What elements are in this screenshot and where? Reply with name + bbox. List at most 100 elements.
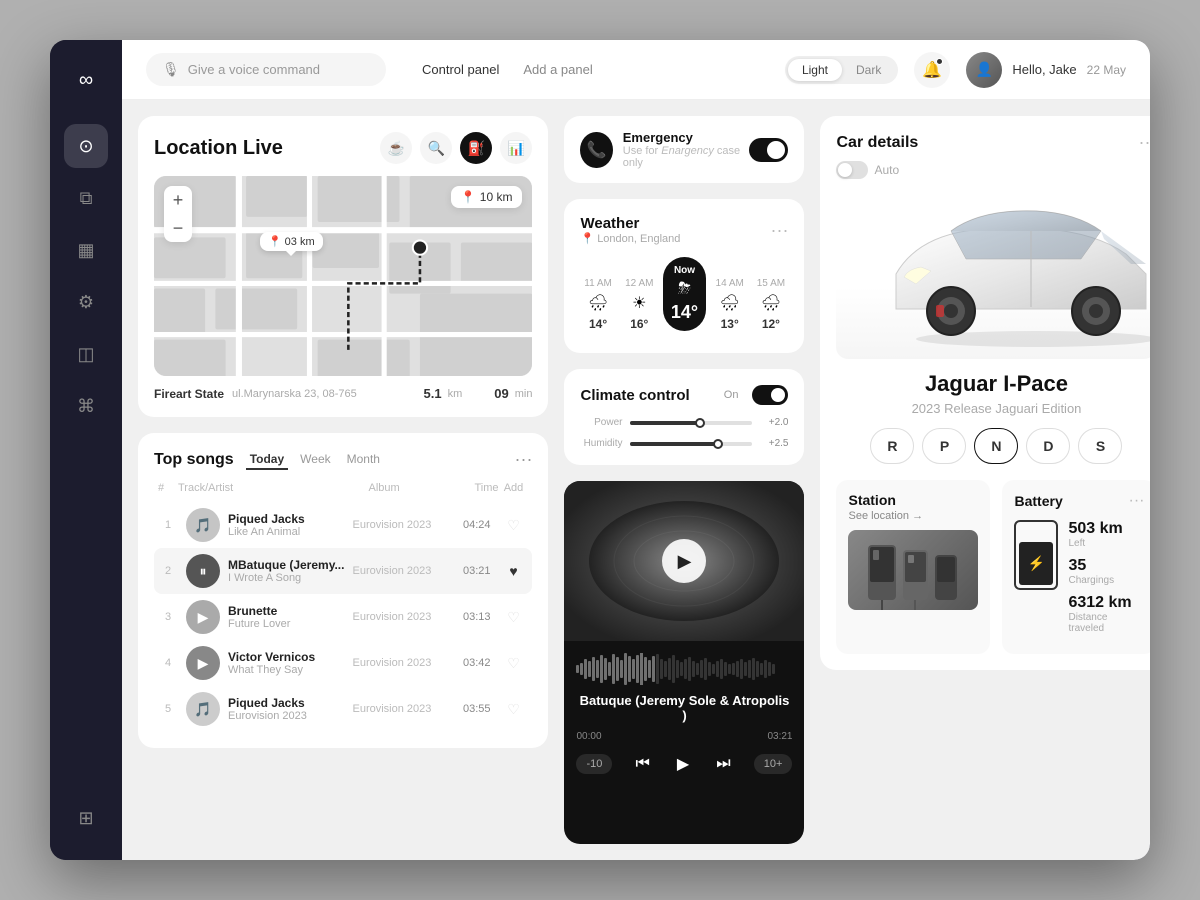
player-forward-btn[interactable]: 10+ [754,754,793,774]
location-search-icon[interactable]: 🔍 [420,132,452,164]
songs-title: Top songs [154,451,234,469]
sidebar-item-save[interactable]: ⊞ [64,796,108,840]
gear-d[interactable]: D [1026,428,1070,464]
gear-n[interactable]: N [974,428,1018,464]
climate-power-slider[interactable] [630,421,752,425]
climate-humidity-val: +2.5 [760,438,788,449]
topbar-right: Light Dark 🔔 👤 Hello, Jake 22 May [785,52,1126,88]
station-link[interactable]: See location → [848,510,978,522]
battery-km-value: 503 km [1068,520,1144,538]
location-header: Location Live ☕ 🔍 ⛽ 📊 [154,132,532,164]
sidebar-item-map[interactable]: ◫ [64,332,108,376]
song-heart-4[interactable]: ♡ [498,655,528,672]
notification-dot [936,58,943,65]
climate-power-fill [630,421,703,425]
car-more-btn[interactable]: ··· [1139,132,1151,153]
dist-num: 5.1 [424,386,442,401]
song-row-2[interactable]: 2 ⏸ MBatuque (Jeremy... I Wrote A Song E… [154,548,532,594]
climate-toggle-area: On [724,385,789,405]
nav-control-panel[interactable]: Control panel [422,62,499,77]
location-pin-icon: 📍 [580,232,594,245]
climate-humidity-fill [630,442,722,446]
user-name: Hello, Jake [1012,62,1076,77]
song-heart-5[interactable]: ♡ [498,701,528,718]
song-heart-2[interactable]: ♥ [498,563,528,579]
player-prev-btn[interactable]: ⏮ [631,751,653,777]
car-bottom-info: Station See location → [836,480,1150,654]
song-info-1: Piqued Jacks Like An Animal [228,512,344,538]
songs-tab-week[interactable]: Week [296,450,334,470]
player-time-total: 03:21 [767,731,792,742]
sidebar-item-dashboard[interactable]: ⊙ [64,124,108,168]
gear-p[interactable]: P [922,428,966,464]
map-distance-badge: 📍 10 km [451,186,523,208]
col-album: Album [368,482,458,494]
theme-light-btn[interactable]: Light [788,59,842,81]
map-zoom-out[interactable]: − [164,214,192,242]
songs-tab-today[interactable]: Today [246,450,288,470]
player-next-btn[interactable]: ⏭ [712,751,734,777]
topbar: 🎙 Give a voice command Control panel Add… [122,40,1150,100]
weather-time-3: 14 AM [716,278,744,289]
song-heart-1[interactable]: ♡ [498,517,528,534]
music-player: ▶ Batuque (Jeremy Sole & Atropolis ) 00:… [564,481,804,844]
song-info-4: Victor Vernicos What They Say [228,650,344,676]
gear-s[interactable]: S [1078,428,1122,464]
sidebar-item-settings[interactable]: ⚙ [64,280,108,324]
climate-power-val: +2.0 [760,417,788,428]
climate-humidity-slider[interactable] [630,442,752,446]
climate-toggle[interactable] [752,385,788,405]
weather-slot-12am: 12 AM ☀ 16° [622,278,657,331]
song-heart-3[interactable]: ♡ [498,609,528,626]
player-rewind-btn[interactable]: -10 [576,754,612,774]
weather-icon-3: 🌧 [720,293,740,313]
song-time-1: 04:24 [450,519,490,531]
song-row-4[interactable]: 4 ▶ Victor Vernicos What They Say Eurovi… [154,640,532,686]
song-info-2: MBatuque (Jeremy... I Wrote A Song [228,558,344,584]
car-edition: 2023 Release Jaguari Edition [836,401,1150,416]
battery-km-label: Left [1068,538,1144,549]
map-footer-info: Fireart State ul.Marynarska 23, 08-765 [154,387,424,401]
player-main-play-btn[interactable]: ▶ [673,750,693,778]
notification-button[interactable]: 🔔 [914,52,950,88]
weather-slot-14am: 14 AM 🌧 13° [712,278,747,331]
weather-times: 11 AM 🌧 14° 12 AM ☀ 16° Now ⛈ 14° [580,251,788,337]
auto-toggle-switch[interactable] [836,161,868,179]
location-chart-icon[interactable]: 📊 [500,132,532,164]
weather-time-1: 11 AM [584,278,612,289]
battery-more-btn[interactable]: ··· [1129,492,1145,510]
battery-distance-label: Distance traveled [1068,612,1144,634]
player-play-button[interactable]: ▶ [662,539,706,583]
theme-toggle: Light Dark [785,56,898,84]
songs-more-btn[interactable]: ··· [515,449,533,470]
voice-icon: 🎙 [162,61,180,78]
topbar-nav: Control panel Add a panel [422,62,593,77]
weather-more-btn[interactable]: ··· [771,220,789,241]
battery-stats: 503 km Left 35 Chargings 6312 km [1068,520,1144,642]
song-name-4: Victor Vernicos [228,650,344,664]
gear-r[interactable]: R [870,428,914,464]
sidebar-item-calendar[interactable]: ▦ [64,228,108,272]
song-artist-3: Future Lover [228,618,344,630]
climate-humidity-row: Humidity +2.5 [580,438,788,449]
song-row-3[interactable]: 3 ▶ Brunette Future Lover Eurovision 202… [154,594,532,640]
songs-tab-month[interactable]: Month [343,450,384,470]
theme-dark-btn[interactable]: Dark [842,59,895,81]
voice-input[interactable]: 🎙 Give a voice command [146,53,386,86]
nav-add-panel[interactable]: Add a panel [523,62,592,77]
location-coffee-icon[interactable]: ☕ [380,132,412,164]
song-row-1[interactable]: 1 🎵 Piqued Jacks Like An Animal Eurovisi… [154,502,532,548]
climate-title: Climate control [580,387,689,404]
sidebar-item-sliders[interactable]: ⧉ [64,176,108,220]
location-fuel-icon[interactable]: ⛽ [460,132,492,164]
player-track-title: Batuque (Jeremy Sole & Atropolis ) [576,693,792,723]
emergency-title: Emergency [623,130,749,145]
map-zoom-in[interactable]: + [164,186,192,214]
main-area: 🎙 Give a voice command Control panel Add… [122,40,1150,860]
weather-temp-1: 14° [589,317,607,331]
song-row-5[interactable]: 5 🎵 Piqued Jacks Eurovision 2023 Eurovis… [154,686,532,732]
emergency-toggle[interactable] [749,138,789,162]
sidebar-item-bluetooth[interactable]: ⌘ [64,384,108,428]
map-container[interactable]: + − 📍 10 km 📍 03 km [154,176,532,376]
dist-unit: km [448,388,463,400]
